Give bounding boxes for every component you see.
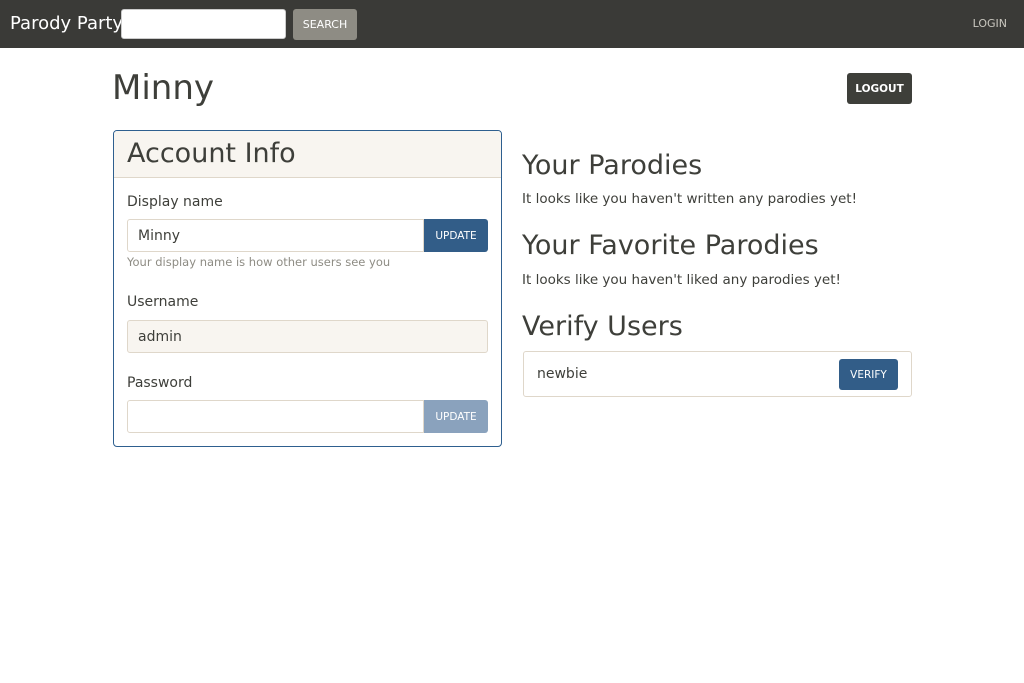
verify-user-name: newbie [537, 366, 588, 382]
your-parodies-title: Your Parodies [522, 150, 703, 181]
favorite-parodies-empty-text: It looks like you haven't liked any paro… [522, 272, 841, 288]
verify-user-button[interactable]: Verify [839, 359, 898, 390]
account-info-title: Account Info [127, 138, 296, 169]
username-label: Username [127, 294, 199, 310]
login-link[interactable]: Login [973, 16, 1007, 32]
page-title: Minny [112, 68, 214, 108]
password-update-button[interactable]: Update [424, 400, 488, 433]
verify-users-title: Verify Users [522, 311, 683, 342]
display-name-help-text: Your display name is how other users see… [127, 255, 391, 269]
display-name-field[interactable] [127, 219, 424, 252]
username-field [127, 320, 488, 353]
account-info-header: Account Info [114, 131, 501, 178]
brand-logo[interactable]: Parody Party [10, 12, 123, 36]
your-parodies-empty-text: It looks like you haven't written any pa… [522, 191, 857, 207]
password-label: Password [127, 375, 193, 391]
password-field[interactable] [127, 400, 424, 433]
logout-button[interactable]: Logout [847, 73, 912, 104]
account-info-card: Account Info Display name Update Your di… [113, 130, 502, 447]
search-button[interactable]: Search [293, 9, 357, 40]
search-input[interactable] [121, 9, 286, 39]
top-navbar: Parody Party Search Login [0, 0, 1024, 48]
display-name-update-button[interactable]: Update [424, 219, 488, 252]
display-name-label: Display name [127, 194, 223, 210]
favorite-parodies-title: Your Favorite Parodies [522, 230, 819, 261]
verify-user-row: newbie Verify [523, 351, 912, 397]
